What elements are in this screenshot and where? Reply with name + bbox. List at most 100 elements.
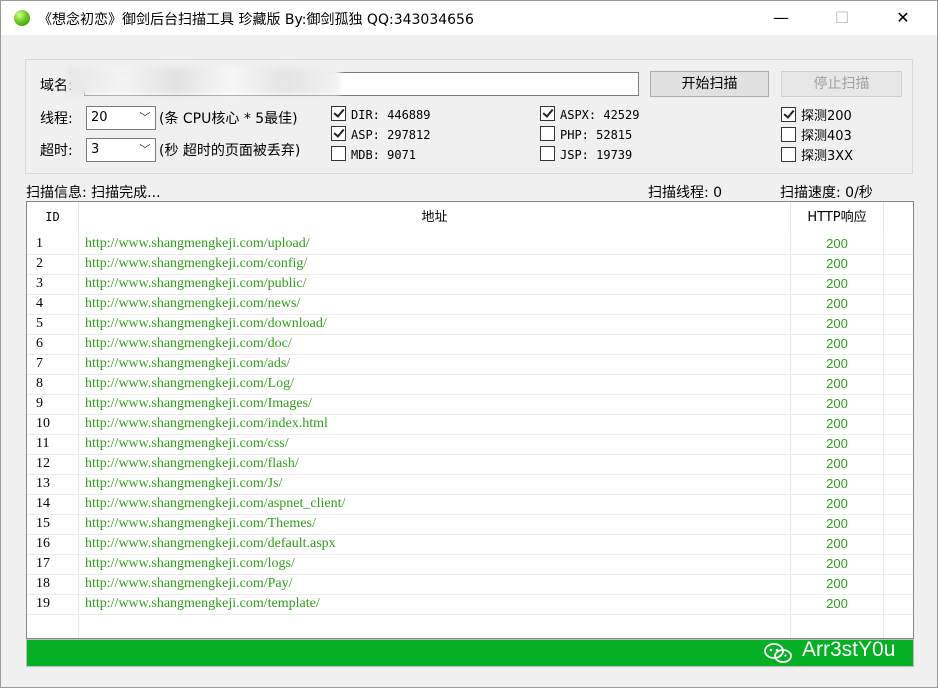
row-id: 15 xyxy=(36,516,50,531)
stop-scan-button[interactable]: 停止扫描 xyxy=(781,71,902,97)
row-http-code: 200 xyxy=(826,536,848,551)
table-row[interactable]: 14 http://www.shangmengkeji.com/aspnet_cl… xyxy=(27,494,913,515)
row-id: 11 xyxy=(36,436,50,451)
row-id: 17 xyxy=(36,556,50,571)
close-button[interactable]: ✕ xyxy=(880,1,926,35)
row-url: http://www.shangmengkeji.com/upload/ xyxy=(85,236,310,251)
dict-checkbox-php[interactable]: PHP: 52815 xyxy=(540,126,632,142)
table-row[interactable]: 18 http://www.shangmengkeji.com/Pay/200 xyxy=(27,574,913,595)
checkbox-box[interactable] xyxy=(331,146,346,161)
row-url: http://www.shangmengkeji.com/doc/ xyxy=(85,336,292,351)
checkbox-box[interactable] xyxy=(781,147,796,162)
dict-checkbox-aspx[interactable]: ASPX: 42529 xyxy=(540,106,639,122)
table-row[interactable]: 12 http://www.shangmengkeji.com/flash/200 xyxy=(27,454,913,475)
table-row[interactable]: 11 http://www.shangmengkeji.com/css/200 xyxy=(27,434,913,455)
row-url: http://www.shangmengkeji.com/Log/ xyxy=(85,376,295,391)
row-http-code: 200 xyxy=(826,376,848,391)
row-id: 14 xyxy=(36,496,50,511)
dict-checkbox-jsp[interactable]: JSP: 19739 xyxy=(540,146,632,162)
watermark-text: Arr3stY0u xyxy=(802,638,896,661)
dict-label: MDB: 9071 xyxy=(351,148,417,162)
row-id: 13 xyxy=(36,476,50,491)
checkbox-box[interactable] xyxy=(781,127,796,142)
app-icon xyxy=(14,10,30,26)
dict-label: JSP: 19739 xyxy=(560,148,633,162)
threads-label: 线程: xyxy=(40,111,73,127)
minimize-button[interactable]: — xyxy=(758,1,804,35)
detect-checkbox-3xx[interactable]: 探测3XX xyxy=(781,145,853,164)
row-http-code: 200 xyxy=(826,396,848,411)
threads-select[interactable]: 20 ﹀ xyxy=(86,106,156,130)
row-id: 19 xyxy=(36,596,50,611)
maximize-button[interactable]: ☐ xyxy=(819,1,865,35)
table-row[interactable]: 16 http://www.shangmengkeji.com/default.a… xyxy=(27,534,913,555)
table-row[interactable]: 9 http://www.shangmengkeji.com/Images/200 xyxy=(27,394,913,415)
dict-label: ASPX: 42529 xyxy=(560,108,640,122)
table-row[interactable]: 4 http://www.shangmengkeji.com/news/200 xyxy=(27,294,913,315)
table-row[interactable]: 6 http://www.shangmengkeji.com/doc/200 xyxy=(27,334,913,355)
checkbox-box[interactable] xyxy=(781,107,796,122)
row-url: http://www.shangmengkeji.com/default.asp… xyxy=(85,536,336,551)
results-table[interactable]: ID 地址 HTTP响应 1 http://www.shangmengkeji.c… xyxy=(26,201,914,639)
row-id: 9 xyxy=(36,396,43,411)
row-http-code: 200 xyxy=(826,416,848,431)
checkbox-box[interactable] xyxy=(540,126,555,141)
row-url: http://www.shangmengkeji.com/flash/ xyxy=(85,456,299,471)
row-url: http://www.shangmengkeji.com/Pay/ xyxy=(85,576,293,591)
column-header-http[interactable]: HTTP响应 xyxy=(791,202,884,233)
table-row[interactable]: 1 http://www.shangmengkeji.com/upload/200 xyxy=(27,234,913,255)
table-row[interactable]: 7 http://www.shangmengkeji.com/ads/200 xyxy=(27,354,913,375)
checkbox-box[interactable] xyxy=(540,106,555,121)
table-row[interactable]: 5 http://www.shangmengkeji.com/download/2… xyxy=(27,314,913,335)
row-url: http://www.shangmengkeji.com/aspnet_clie… xyxy=(85,496,346,511)
row-url: http://www.shangmengkeji.com/download/ xyxy=(85,316,327,331)
detect-label: 探测3XX xyxy=(801,149,854,164)
row-id: 12 xyxy=(36,456,50,471)
timeout-hint: (秒 超时的页面被丢弃) xyxy=(159,143,301,159)
detect-checkbox-403[interactable]: 探测403 xyxy=(781,125,852,144)
column-header-url[interactable]: 地址 xyxy=(79,202,791,233)
checkbox-box[interactable] xyxy=(331,126,346,141)
chevron-down-icon: ﹀ xyxy=(139,111,151,124)
title-bar: 《想念初恋》御剑后台扫描工具 珍藏版 By:御剑孤独 QQ:343034656 … xyxy=(1,1,937,35)
row-http-code: 200 xyxy=(826,236,848,251)
row-id: 2 xyxy=(36,256,43,271)
table-row[interactable]: 3 http://www.shangmengkeji.com/public/200 xyxy=(27,274,913,295)
row-url: http://www.shangmengkeji.com/css/ xyxy=(85,436,289,451)
checkbox-box[interactable] xyxy=(540,146,555,161)
row-http-code: 200 xyxy=(826,476,848,491)
wechat-icon xyxy=(764,643,792,663)
dict-label: ASP: 297812 xyxy=(351,128,431,142)
table-row[interactable]: 17 http://www.shangmengkeji.com/logs/200 xyxy=(27,554,913,575)
dict-checkbox-dir[interactable]: DIR: 446889 xyxy=(331,106,430,122)
table-row[interactable]: 10 http://www.shangmengkeji.com/index.htm… xyxy=(27,414,913,435)
row-url: http://www.shangmengkeji.com/logs/ xyxy=(85,556,295,571)
checkbox-box[interactable] xyxy=(331,106,346,121)
column-header-id[interactable]: ID xyxy=(27,202,79,233)
row-url: http://www.shangmengkeji.com/Images/ xyxy=(85,396,312,411)
timeout-select[interactable]: 3 ﹀ xyxy=(86,138,156,162)
detect-checkbox-200[interactable]: 探测200 xyxy=(781,105,852,124)
table-row[interactable]: 8 http://www.shangmengkeji.com/Log/200 xyxy=(27,374,913,395)
start-scan-button[interactable]: 开始扫描 xyxy=(650,71,769,97)
dict-label: PHP: 52815 xyxy=(560,128,633,142)
row-http-code: 200 xyxy=(826,436,848,451)
row-url: http://www.shangmengkeji.com/public/ xyxy=(85,276,307,291)
table-row[interactable]: 15 http://www.shangmengkeji.com/Themes/20… xyxy=(27,514,913,535)
table-row[interactable]: 2 http://www.shangmengkeji.com/config/200 xyxy=(27,254,913,275)
row-id: 4 xyxy=(36,296,43,311)
table-row[interactable]: 13 http://www.shangmengkeji.com/Js/200 xyxy=(27,474,913,495)
dict-checkbox-mdb[interactable]: MDB: 9071 xyxy=(331,146,416,162)
dict-checkbox-asp[interactable]: ASP: 297812 xyxy=(331,126,430,142)
table-row[interactable]: 19 http://www.shangmengkeji.com/template/… xyxy=(27,594,913,615)
row-id: 8 xyxy=(36,376,43,391)
row-url: http://www.shangmengkeji.com/ads/ xyxy=(85,356,291,371)
threads-value: 20 xyxy=(91,110,108,125)
chevron-down-icon: ﹀ xyxy=(139,143,151,156)
row-http-code: 200 xyxy=(826,576,848,591)
row-url: http://www.shangmengkeji.com/news/ xyxy=(85,296,301,311)
row-http-code: 200 xyxy=(826,596,848,611)
row-http-code: 200 xyxy=(826,456,848,471)
row-http-code: 200 xyxy=(826,516,848,531)
scan-threads: 扫描线程: 0 xyxy=(648,185,723,201)
